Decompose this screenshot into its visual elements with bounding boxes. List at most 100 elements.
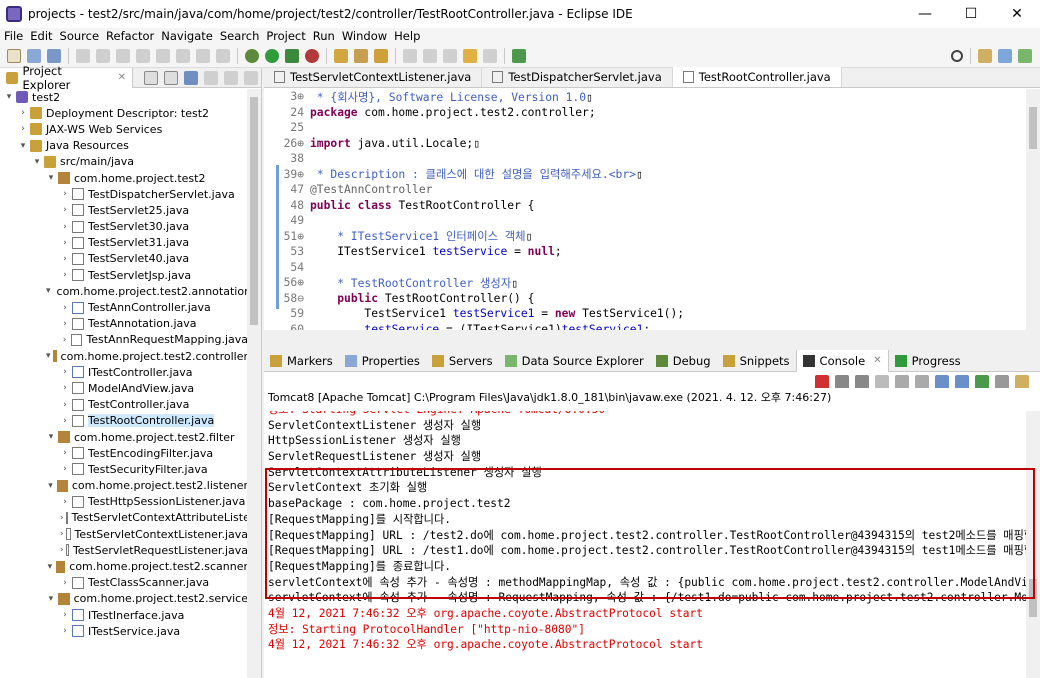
link-editor-icon[interactable]: [164, 70, 178, 85]
scrollbar-thumb[interactable]: [1029, 107, 1037, 149]
debug-perspective-icon[interactable]: [1018, 48, 1032, 63]
pin-editor-icon[interactable]: [512, 48, 526, 63]
editor-tab[interactable]: TestRootController.java: [672, 67, 842, 87]
expanded-arrow-icon[interactable]: ▾: [46, 173, 56, 183]
terminate-icon[interactable]: [136, 48, 150, 63]
collapsed-arrow-icon[interactable]: ›: [60, 189, 70, 199]
debug-icon[interactable]: [245, 48, 259, 63]
collapsed-arrow-icon[interactable]: ›: [60, 238, 70, 248]
collapsed-arrow-icon[interactable]: ›: [60, 222, 70, 232]
collapsed-arrow-icon[interactable]: ›: [60, 400, 70, 410]
forward-icon[interactable]: [483, 48, 497, 63]
scrollbar-thumb[interactable]: [1029, 579, 1037, 617]
menu-edit[interactable]: Edit: [26, 29, 55, 43]
close-icon[interactable]: ✕: [873, 355, 881, 366]
collapsed-arrow-icon[interactable]: ›: [60, 335, 69, 345]
tree-item[interactable]: ▾ com.home.project.test2.scanner: [0, 558, 248, 574]
external-tools-icon[interactable]: [305, 48, 319, 63]
collapsed-arrow-icon[interactable]: ›: [60, 270, 70, 280]
word-wrap-icon[interactable]: [915, 375, 929, 389]
close-button[interactable]: ✕: [994, 0, 1040, 28]
clear-console-icon[interactable]: [875, 375, 889, 389]
scrollbar-thumb[interactable]: [250, 97, 258, 325]
collapsed-arrow-icon[interactable]: ›: [60, 303, 70, 313]
tree-item[interactable]: › TestClassScanner.java: [0, 575, 248, 591]
step-return-icon[interactable]: [216, 48, 230, 63]
tab-properties[interactable]: Properties: [339, 350, 426, 372]
view-menu-icon[interactable]: [204, 70, 218, 85]
display-console-icon[interactable]: [995, 375, 1009, 389]
back-icon[interactable]: [463, 48, 477, 63]
tree-item[interactable]: › TestServletJsp.java: [0, 267, 248, 283]
scroll-lock-icon[interactable]: [895, 375, 909, 389]
console-output[interactable]: 정보: Starting Servlet Engine: Apache Tomc…: [264, 411, 1026, 678]
tree-item[interactable]: › TestServletRequestListener.java: [0, 542, 248, 558]
tree-item[interactable]: › TestServlet25.java: [0, 202, 248, 218]
suspend-icon[interactable]: [116, 48, 130, 63]
menu-search[interactable]: Search: [216, 29, 263, 43]
open-task-icon[interactable]: [354, 48, 368, 63]
show-stderr-icon[interactable]: [955, 375, 969, 389]
tab-progress[interactable]: Progress: [889, 350, 967, 372]
tree-item[interactable]: › TestSecurityFilter.java: [0, 461, 248, 477]
open-console-icon[interactable]: [1015, 375, 1029, 389]
show-stdout-icon[interactable]: [935, 375, 949, 389]
tree-item[interactable]: › TestController.java: [0, 397, 248, 413]
collapsed-arrow-icon[interactable]: ›: [60, 448, 70, 458]
menu-help[interactable]: Help: [390, 29, 423, 43]
expanded-arrow-icon[interactable]: ▾: [46, 286, 51, 296]
step-over-icon[interactable]: [196, 48, 210, 63]
tree-item[interactable]: › Deployment Descriptor: test2: [0, 105, 248, 121]
menu-file[interactable]: File: [0, 29, 26, 43]
open-type-icon[interactable]: [334, 48, 348, 63]
remove-all-launches-icon[interactable]: [855, 375, 869, 389]
tree-item[interactable]: › ITestInerface.java: [0, 607, 248, 623]
java-ee-perspective-icon[interactable]: [998, 48, 1012, 63]
tree-item[interactable]: › JAX-WS Web Services: [0, 121, 248, 137]
console-scrollbar[interactable]: [1026, 411, 1040, 678]
next-annotation-icon[interactable]: [403, 48, 417, 63]
search-tools-icon[interactable]: [374, 48, 388, 63]
new-icon[interactable]: [7, 48, 21, 63]
menu-navigate[interactable]: Navigate: [157, 29, 216, 43]
tab-snippets[interactable]: Snippets: [717, 350, 796, 372]
run-server-icon[interactable]: [285, 48, 299, 63]
collapsed-arrow-icon[interactable]: ›: [60, 497, 70, 507]
maximize-button[interactable]: ☐: [948, 0, 994, 28]
collapsed-arrow-icon[interactable]: ›: [60, 513, 64, 523]
tab-console[interactable]: Console ✕: [795, 349, 889, 372]
collapsed-arrow-icon[interactable]: ›: [60, 383, 70, 393]
expanded-arrow-icon[interactable]: ▾: [46, 562, 54, 572]
collapsed-arrow-icon[interactable]: ›: [60, 416, 70, 426]
collapsed-arrow-icon[interactable]: ›: [18, 124, 28, 134]
last-edit-icon[interactable]: [443, 48, 457, 63]
collapsed-arrow-icon[interactable]: ›: [60, 545, 64, 555]
maximize-view-icon[interactable]: [244, 70, 258, 85]
tree-item[interactable]: › TestServlet40.java: [0, 251, 248, 267]
collapsed-arrow-icon[interactable]: ›: [60, 319, 70, 329]
run-icon[interactable]: [265, 48, 279, 63]
collapsed-arrow-icon[interactable]: ›: [60, 626, 70, 636]
tree-item[interactable]: ▾ com.home.project.test2.service: [0, 591, 248, 607]
tab-markers[interactable]: Markers: [264, 350, 339, 372]
tree-item[interactable]: ▾ com.home.project.test2: [0, 170, 248, 186]
expanded-arrow-icon[interactable]: ▾: [32, 157, 42, 167]
tree-item[interactable]: › TestAnnotation.java: [0, 316, 248, 332]
tree-item[interactable]: ▾ com.home.project.test2.filter: [0, 429, 248, 445]
collapse-all-icon[interactable]: [144, 70, 158, 85]
menu-project[interactable]: Project: [262, 29, 308, 43]
terminate-icon[interactable]: [815, 375, 829, 389]
tree-item[interactable]: › ITestController.java: [0, 364, 248, 380]
filter-icon[interactable]: [184, 70, 198, 85]
expanded-arrow-icon[interactable]: ▾: [46, 351, 51, 361]
tree-item[interactable]: ▾ test2: [0, 89, 248, 105]
collapsed-arrow-icon[interactable]: ›: [60, 578, 70, 588]
tree-item[interactable]: › TestServlet31.java: [0, 235, 248, 251]
tree-item[interactable]: › TestServlet30.java: [0, 219, 248, 235]
save-icon[interactable]: [27, 48, 41, 63]
tree-item[interactable]: ▾ com.home.project.test2.controller: [0, 348, 248, 364]
tab-debug[interactable]: Debug: [650, 350, 717, 372]
tree-item[interactable]: ▾ Java Resources: [0, 138, 248, 154]
menu-window[interactable]: Window: [338, 29, 390, 43]
tree-item[interactable]: › ITestService.java: [0, 623, 248, 639]
